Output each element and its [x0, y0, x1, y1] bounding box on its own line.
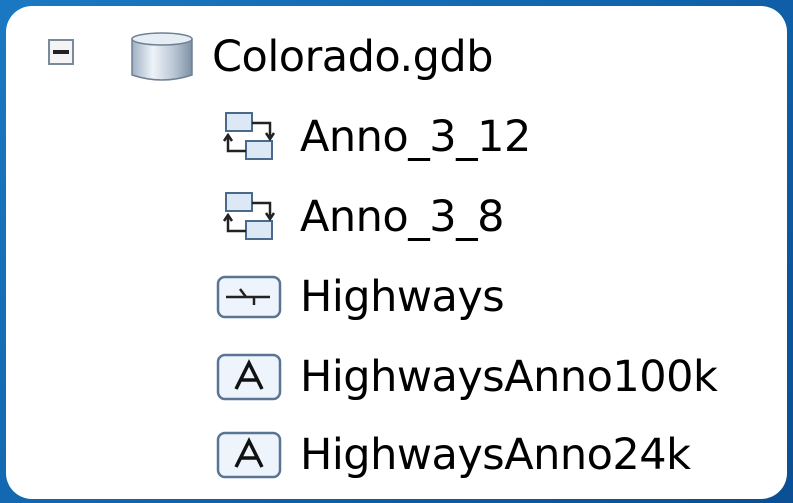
annotation-class-icon: [212, 189, 288, 245]
tree-node-highwaysanno100k[interactable]: HighwaysAnno100k: [212, 344, 718, 410]
tree-node-anno-3-12[interactable]: Anno_3_12: [212, 104, 531, 170]
tree-node-label: Highways: [300, 271, 505, 322]
tree-node-anno-3-8[interactable]: Anno_3_8: [212, 184, 504, 250]
tree-node-label: Anno_3_8: [300, 191, 504, 242]
line-feature-class-icon: [212, 269, 288, 325]
tree-node-label: HighwaysAnno100k: [300, 351, 718, 402]
geodatabase-icon: [124, 29, 200, 85]
tree-node-label: Colorado.gdb: [212, 31, 494, 82]
annotation-class-icon: [212, 109, 288, 165]
tree-node-highways[interactable]: Highways: [212, 264, 505, 330]
collapse-toggle[interactable]: [48, 39, 74, 65]
tree-panel: Colorado.gdb Anno_3_12 Anno_3_8 Highways…: [6, 6, 787, 499]
minus-icon: [48, 39, 74, 65]
tree-node-root[interactable]: Colorado.gdb: [124, 24, 494, 90]
tree-node-highwaysanno24k[interactable]: HighwaysAnno24k: [212, 422, 691, 488]
tree-node-label: HighwaysAnno24k: [300, 429, 691, 480]
annotation-feature-class-icon: [212, 349, 288, 405]
annotation-feature-class-icon: [212, 427, 288, 483]
tree-node-label: Anno_3_12: [300, 111, 531, 162]
